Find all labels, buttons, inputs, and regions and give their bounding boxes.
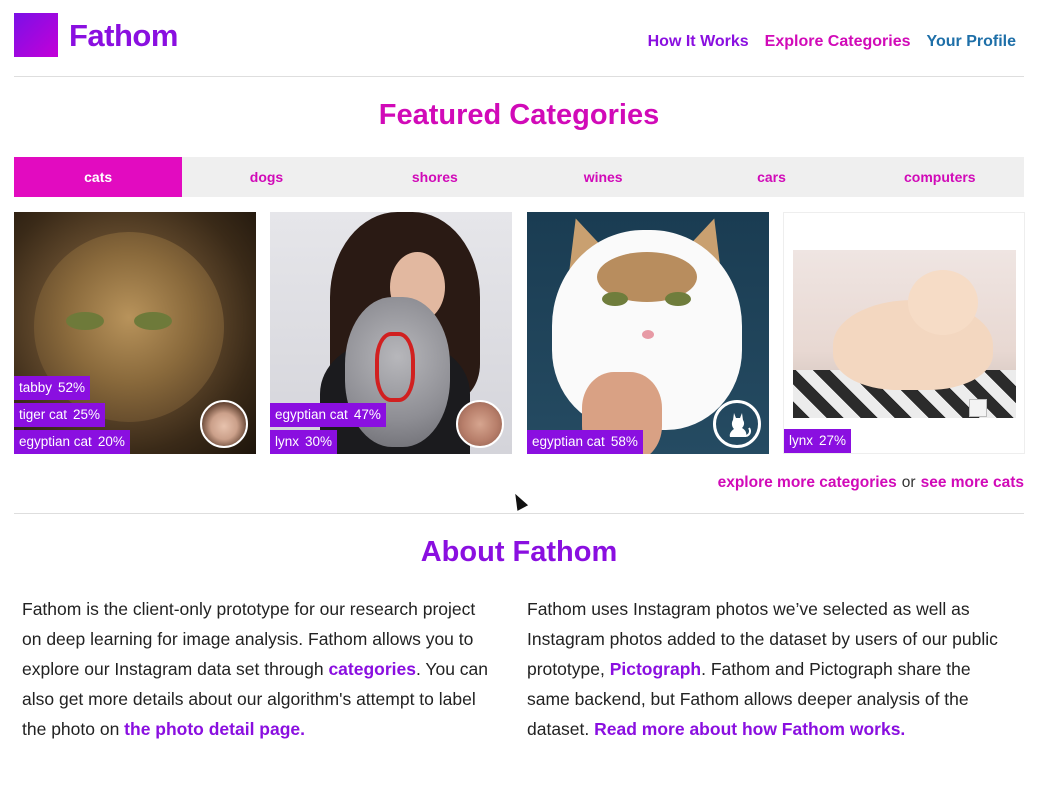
tab-dogs[interactable]: dogs bbox=[182, 157, 350, 197]
category-tabs: cats dogs shores wines cars computers bbox=[14, 157, 1024, 197]
tag-list: egyptian cat 58% bbox=[527, 430, 643, 454]
broken-image-icon bbox=[969, 399, 987, 417]
about-title: About Fathom bbox=[420, 536, 618, 568]
nav-how-it-works[interactable]: How It Works bbox=[648, 33, 749, 51]
featured-categories-title: Featured Categories bbox=[378, 99, 660, 131]
cat-nose bbox=[642, 330, 654, 339]
tag-list: lynx 27% bbox=[784, 429, 852, 453]
cat-image bbox=[908, 270, 978, 335]
about-left-paragraph: Fathom is the client-only prototype for … bbox=[22, 599, 489, 739]
logo-text[interactable]: Fathom bbox=[69, 18, 178, 54]
cat-eye bbox=[665, 292, 691, 306]
photo-card[interactable]: egyptian cat 47% lynx 30% bbox=[270, 212, 512, 454]
main-nav: How It Works Explore Categories Your Pro… bbox=[648, 33, 1016, 51]
cat-silhouette-icon[interactable] bbox=[713, 400, 761, 448]
photo-card[interactable]: tabby 52% tiger cat 25% egyptian cat 20% bbox=[14, 212, 256, 454]
mouse-cursor-icon bbox=[509, 491, 529, 511]
photo-detail-link[interactable]: the photo detail page. bbox=[124, 719, 305, 739]
nav-explore-categories[interactable]: Explore Categories bbox=[765, 33, 911, 51]
tab-wines[interactable]: wines bbox=[519, 157, 687, 197]
cat-eye bbox=[134, 312, 172, 330]
category-tag[interactable]: tiger cat 25% bbox=[14, 403, 106, 427]
nav-your-profile[interactable]: Your Profile bbox=[927, 33, 1017, 51]
pictograph-link[interactable]: Pictograph bbox=[610, 659, 701, 679]
tab-cars[interactable]: cars bbox=[687, 157, 855, 197]
explore-more-categories-link[interactable]: explore more categories bbox=[718, 474, 897, 491]
photo-card[interactable]: egyptian cat 58% bbox=[527, 212, 769, 454]
divider bbox=[14, 513, 1024, 514]
tag-list: egyptian cat 47% lynx 30% bbox=[270, 403, 386, 454]
category-tag[interactable]: lynx 30% bbox=[270, 430, 338, 454]
user-avatar[interactable] bbox=[200, 400, 248, 448]
photo-card[interactable]: lynx 27% bbox=[783, 212, 1025, 454]
header: Fathom How It Works Explore Categories Y… bbox=[14, 12, 1024, 76]
leash-image bbox=[375, 332, 415, 402]
about-right-paragraph: Fathom uses Instagram photos we’ve selec… bbox=[527, 599, 998, 739]
divider bbox=[14, 76, 1024, 77]
cat-eye bbox=[66, 312, 104, 330]
logo-icon[interactable] bbox=[14, 13, 58, 57]
category-tag[interactable]: egyptian cat 20% bbox=[14, 430, 130, 454]
see-more-cats-link[interactable]: see more cats bbox=[921, 474, 1024, 491]
tab-cats[interactable]: cats bbox=[14, 157, 183, 197]
cat-eye bbox=[602, 292, 628, 306]
user-avatar[interactable] bbox=[456, 400, 504, 448]
tag-list: tabby 52% tiger cat 25% egyptian cat 20% bbox=[14, 376, 130, 454]
category-tag[interactable]: lynx 27% bbox=[784, 429, 852, 453]
category-tag[interactable]: egyptian cat 47% bbox=[270, 403, 386, 427]
read-more-link[interactable]: Read more about how Fathom works. bbox=[594, 719, 905, 739]
categories-link[interactable]: categories bbox=[328, 659, 416, 679]
or-text: or bbox=[901, 474, 916, 491]
cat-silhouette-icon bbox=[729, 413, 751, 437]
category-tag[interactable]: egyptian cat 58% bbox=[527, 430, 643, 454]
explore-links: explore more categories or see more cats bbox=[718, 474, 1024, 492]
tab-shores[interactable]: shores bbox=[351, 157, 519, 197]
category-tag[interactable]: tabby 52% bbox=[14, 376, 91, 400]
tab-computers[interactable]: computers bbox=[856, 157, 1024, 197]
cat-image bbox=[793, 250, 1016, 418]
